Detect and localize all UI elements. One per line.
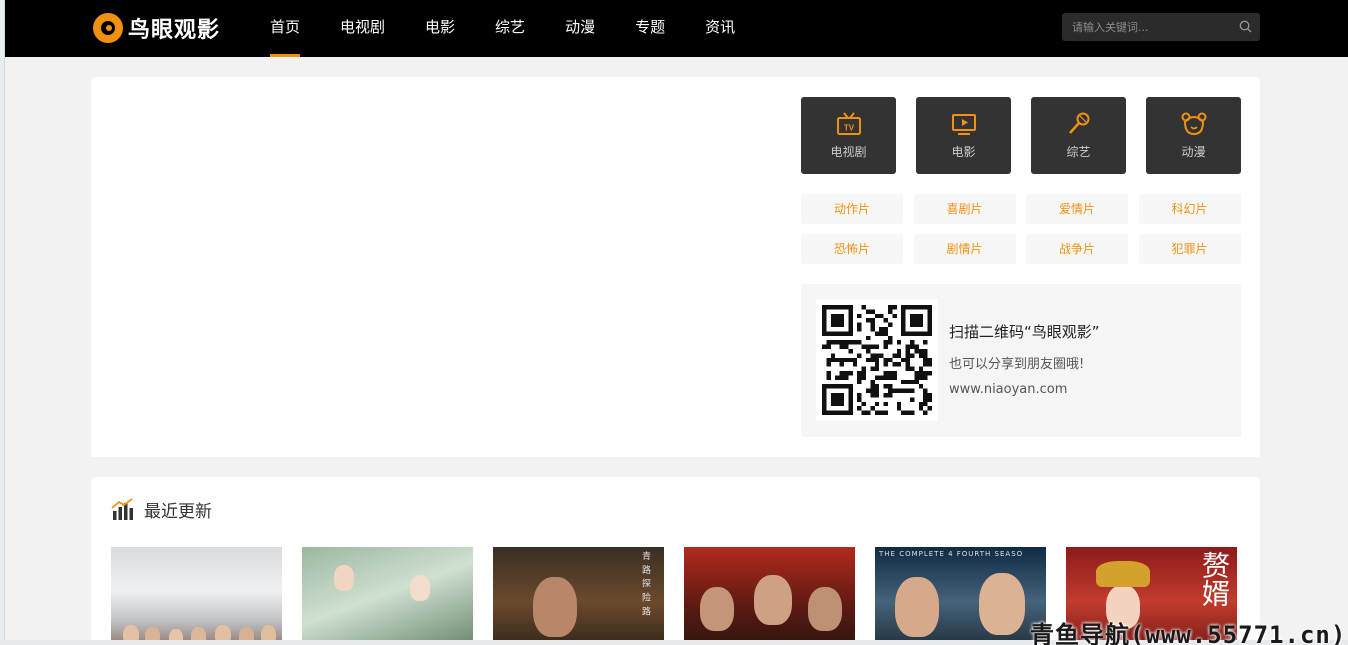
genre-scifi[interactable]: 科幻片 <box>1138 194 1241 224</box>
category-movies[interactable]: 电影 <box>916 97 1011 174</box>
logo-eye-icon <box>93 13 123 43</box>
poster-figure <box>410 575 430 601</box>
microphone-icon <box>1068 112 1089 134</box>
nav-topics[interactable]: 专题 <box>635 0 665 57</box>
poster-card[interactable] <box>684 547 855 645</box>
category-tv-series[interactable]: TV 电视剧 <box>801 97 896 174</box>
poster-figure <box>334 565 354 591</box>
category-anime[interactable]: 动漫 <box>1146 97 1241 174</box>
poster-card[interactable] <box>302 547 473 645</box>
poster-figure <box>895 577 939 637</box>
qr-code <box>816 299 938 421</box>
qr-url: www.niaoyan.com <box>949 382 1068 397</box>
poster-figure <box>808 587 842 631</box>
genre-horror[interactable]: 恐怖片 <box>801 234 903 264</box>
genre-action[interactable]: 动作片 <box>801 194 903 224</box>
category-shortcuts: TV 电视剧 电影 综艺 动漫 <box>801 97 1241 174</box>
poster-title: 青 路 探 险 路 <box>640 551 650 617</box>
bear-face-icon <box>1181 112 1206 136</box>
nav-news[interactable]: 资讯 <box>705 0 735 57</box>
poster-title: THE COMPLETE 4 FOURTH SEASO <box>879 550 1024 558</box>
category-label: 电视剧 <box>830 145 867 159</box>
category-label: 综艺 <box>1066 145 1091 159</box>
poster-figure <box>700 587 734 631</box>
bar-chart-icon <box>111 498 133 520</box>
qr-subtitle: 也可以分享到朋友圈哦! <box>949 357 1085 372</box>
poster-card[interactable]: 青 路 探 险 路 <box>493 547 664 645</box>
recent-updates-title: 最近更新 <box>144 502 212 522</box>
nav-variety[interactable]: 综艺 <box>495 0 525 57</box>
genre-romance[interactable]: 爱情片 <box>1026 194 1128 224</box>
category-variety[interactable]: 综艺 <box>1031 97 1126 174</box>
logo-text: 鸟眼观影 <box>128 18 221 43</box>
recent-updates-header: 最近更新 <box>111 497 212 522</box>
genre-crime[interactable]: 犯罪片 <box>1138 234 1241 264</box>
poster-card[interactable]: THE COMPLETE 4 FOURTH SEASO <box>875 547 1046 645</box>
svg-text:TV: TV <box>843 124 854 133</box>
poster-figure <box>979 573 1025 635</box>
hero-panel: TV 电视剧 电影 综艺 动漫 动作片 喜剧片 爱情片 科幻片 恐怖片 剧情片 … <box>91 77 1260 457</box>
watermark: 青鱼导航(www.55771.cn) <box>1030 621 1347 645</box>
nav-anime[interactable]: 动漫 <box>565 0 595 57</box>
genre-comedy[interactable]: 喜剧片 <box>913 194 1016 224</box>
category-label: 动漫 <box>1181 145 1206 159</box>
genre-tags: 动作片 喜剧片 爱情片 科幻片 恐怖片 剧情片 战争片 犯罪片 <box>801 194 1241 264</box>
site-header: 鸟眼观影 首页 电视剧 电影 综艺 动漫 专题 资讯 <box>5 0 1348 57</box>
poster-title: 赘婿 <box>1198 551 1231 607</box>
screen-play-icon <box>951 114 976 135</box>
main-nav: 首页 电视剧 电影 综艺 动漫 专题 资讯 <box>270 0 775 57</box>
poster-card[interactable] <box>111 547 282 645</box>
nav-home[interactable]: 首页 <box>270 0 301 57</box>
search-input[interactable] <box>1062 13 1232 41</box>
genre-drama[interactable]: 剧情片 <box>913 234 1016 264</box>
search-box <box>1062 13 1260 41</box>
tv-icon: TV <box>836 112 861 135</box>
search-icon[interactable] <box>1239 20 1252 33</box>
poster-figure <box>533 577 577 637</box>
qr-title: 扫描二维码“鸟眼观影” <box>949 323 1100 341</box>
genre-war[interactable]: 战争片 <box>1026 234 1128 264</box>
poster-figure <box>754 575 792 625</box>
site-logo[interactable]: 鸟眼观影 <box>93 12 220 44</box>
category-label: 电影 <box>951 145 976 159</box>
poster-crown <box>1096 561 1150 587</box>
qr-share-box: 扫描二维码“鸟眼观影” 也可以分享到朋友圈哦! www.niaoyan.com <box>801 284 1241 437</box>
nav-movies[interactable]: 电影 <box>425 0 455 57</box>
nav-tv-series[interactable]: 电视剧 <box>340 0 385 57</box>
window-left-edge <box>0 0 5 645</box>
